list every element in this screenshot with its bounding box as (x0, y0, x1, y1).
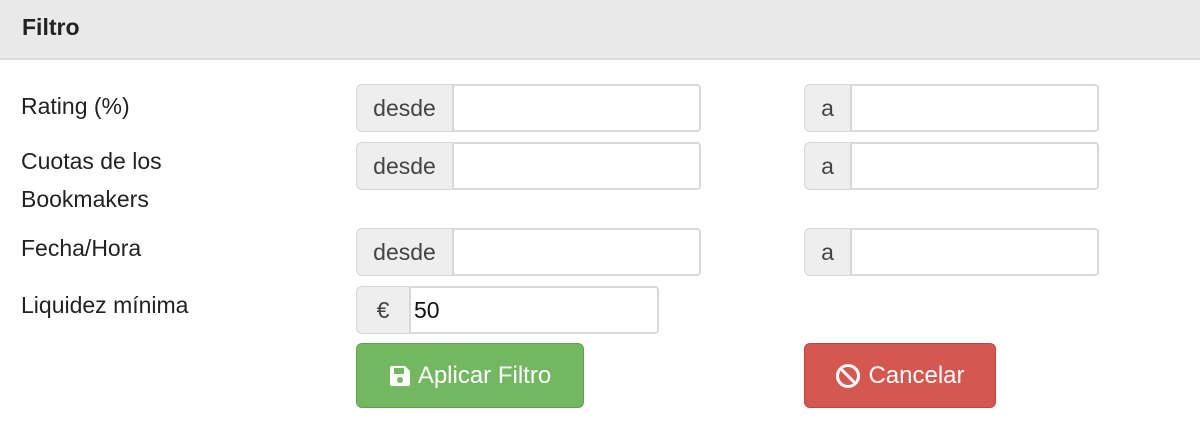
datetime-to-addon: a (804, 228, 850, 276)
odds-from-addon: desde (356, 142, 452, 190)
apply-filter-button[interactable]: Aplicar Filtro (356, 343, 584, 408)
panel-header: Filtro (0, 0, 1200, 60)
liquidity-input[interactable] (409, 286, 659, 334)
rating-to-addon: a (804, 84, 850, 132)
datetime-to-input[interactable] (850, 228, 1099, 276)
odds-label-line2: Bookmakers (21, 186, 149, 212)
panel-title: Filtro (22, 14, 80, 40)
datetime-from-input[interactable] (452, 228, 701, 276)
liquidity-label: Liquidez mínima (21, 292, 189, 318)
rating-label: Rating (%) (21, 93, 130, 119)
save-icon (389, 365, 411, 387)
rating-from-input[interactable] (452, 84, 701, 132)
cancel-button[interactable]: Cancelar (804, 343, 996, 408)
rating-from-addon: desde (356, 84, 452, 132)
ban-icon (835, 363, 861, 389)
cancel-label: Cancelar (868, 361, 965, 389)
odds-label-line1: Cuotas de los (21, 148, 162, 174)
odds-to-input[interactable] (850, 142, 1099, 190)
odds-from-input[interactable] (452, 142, 701, 190)
datetime-label: Fecha/Hora (21, 235, 142, 261)
apply-filter-label: Aplicar Filtro (417, 361, 552, 389)
currency-addon: € (356, 286, 409, 334)
datetime-from-addon: desde (356, 228, 452, 276)
filter-panel: Filtro Rating (%) desde a Cuotas de los … (0, 0, 1200, 423)
rating-to-input[interactable] (850, 84, 1099, 132)
odds-to-addon: a (804, 142, 850, 190)
